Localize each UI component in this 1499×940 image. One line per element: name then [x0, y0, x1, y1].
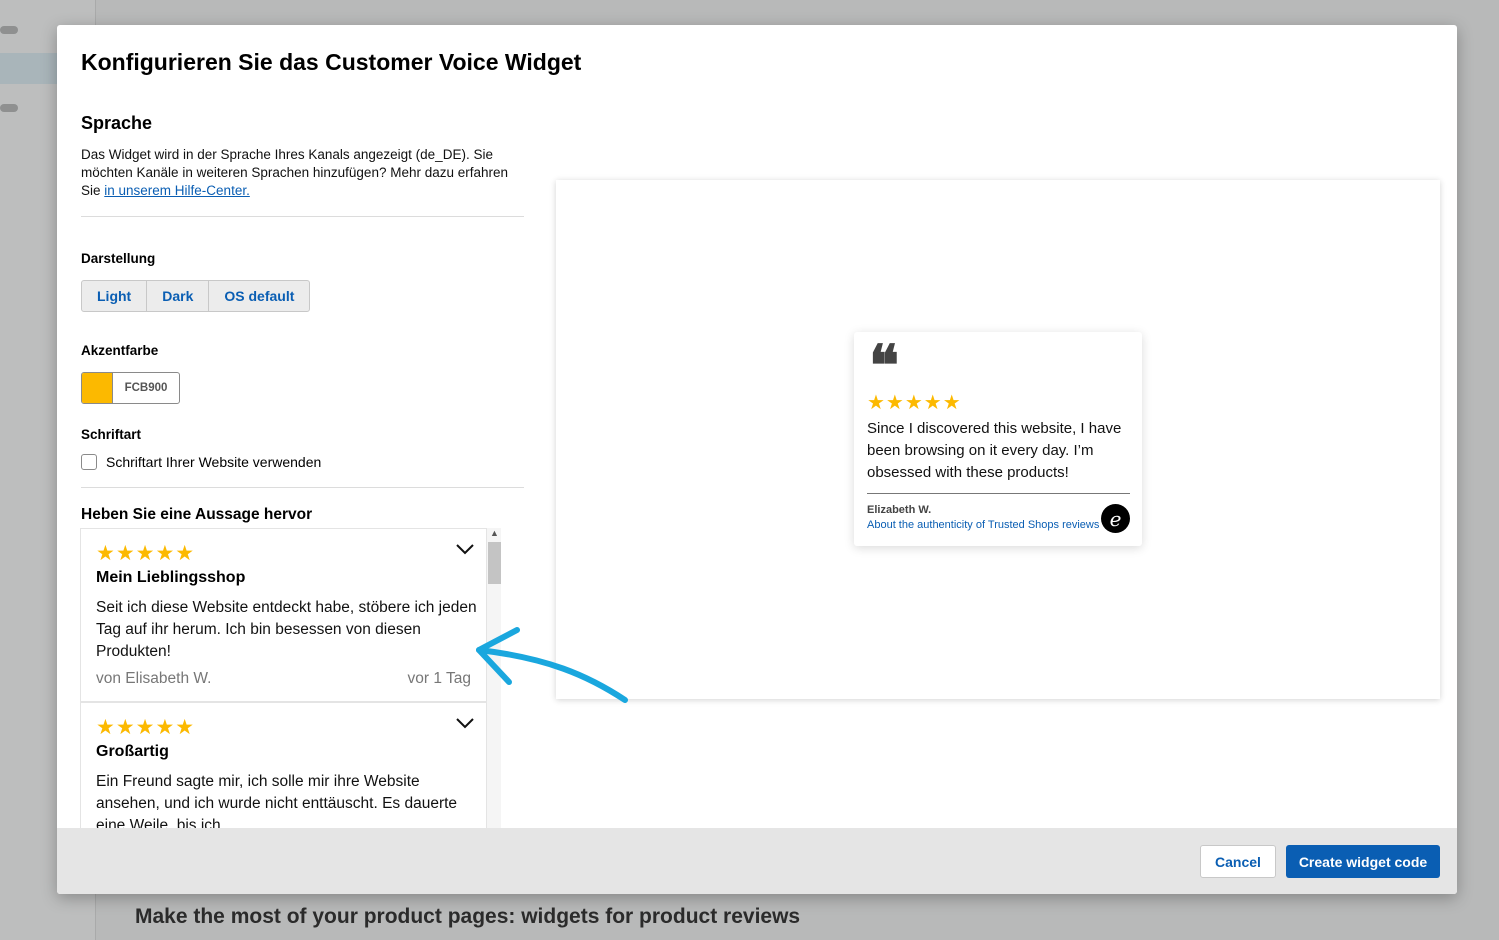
appearance-label: Darstellung [81, 251, 156, 266]
review-body: Seit ich diese Website entdeckt habe, st… [96, 599, 477, 660]
review-stars: ★★★★★ [96, 716, 196, 739]
review-title: Mein Lieblingsshop [96, 569, 246, 586]
create-widget-code-button[interactable]: Create widget code [1286, 845, 1440, 878]
preview-author: Elizabeth W. [867, 504, 932, 516]
accent-color-label: Akzentfarbe [81, 343, 159, 358]
divider [81, 487, 524, 488]
use-website-font-option[interactable]: Schriftart Ihrer Website verwenden [81, 454, 524, 470]
font-label: Schriftart [81, 427, 142, 442]
quote-icon: ❝ [869, 333, 900, 399]
background-nav-item [0, 26, 18, 34]
background-page-heading: Make the most of your product pages: wid… [135, 905, 801, 928]
background-nav-item [0, 104, 18, 112]
appearance-os-default-button[interactable]: OS default [208, 280, 311, 312]
appearance-dark-button[interactable]: Dark [146, 280, 210, 312]
annotation-arrow-icon [476, 627, 628, 703]
language-description: Das Widget wird in der Sprache Ihres Kan… [81, 146, 524, 200]
divider [81, 216, 524, 217]
scrollbar-thumb[interactable] [488, 542, 501, 584]
preview-review-text: Since I discovered this website, I have … [867, 420, 1122, 481]
scroll-up-icon[interactable]: ▲ [490, 528, 499, 538]
preview-stars: ★★★★★ [867, 392, 962, 414]
highlight-heading: Heben Sie eine Aussage hervor [81, 506, 313, 523]
preview-divider [867, 493, 1130, 494]
authenticity-link[interactable]: About the authenticity of Trusted Shops … [867, 519, 1099, 531]
accent-color-picker[interactable]: FCB900 [81, 372, 180, 404]
review-item[interactable]: ★★★★★ Großartig Ein Freund sagte mir, ic… [80, 702, 487, 828]
accent-color-swatch[interactable] [82, 373, 113, 403]
review-stars: ★★★★★ [96, 542, 196, 565]
widget-preview: ❝ ★★★★★ Since I discovered this website,… [556, 180, 1440, 699]
language-heading: Sprache [81, 113, 153, 133]
preview-review-card: ❝ ★★★★★ Since I discovered this website,… [854, 332, 1142, 546]
appearance-segmented-control: Light Dark OS default [81, 280, 524, 312]
use-website-font-checkbox[interactable] [81, 454, 97, 470]
cancel-button[interactable]: Cancel [1200, 845, 1276, 878]
review-list[interactable]: ★★★★★ Mein Lieblingsshop Seit ich diese … [80, 528, 501, 828]
trusted-shops-logo-icon: e [1101, 504, 1130, 533]
review-title: Großartig [96, 743, 169, 760]
accent-color-hex[interactable]: FCB900 [113, 373, 179, 403]
review-author: von Elisabeth W. [96, 670, 212, 687]
appearance-light-button[interactable]: Light [81, 280, 148, 312]
help-center-link[interactable]: in unserem Hilfe-Center. [104, 183, 250, 198]
review-time: vor 1 Tag [407, 670, 471, 687]
chevron-down-icon[interactable] [456, 717, 474, 729]
review-item[interactable]: ★★★★★ Mein Lieblingsshop Seit ich diese … [80, 528, 487, 702]
settings-panel: Sprache Das Widget wird in der Sprache I… [81, 113, 524, 524]
configure-widget-dialog: Konfigurieren Sie das Customer Voice Wid… [57, 25, 1457, 894]
dialog-title: Konfigurieren Sie das Customer Voice Wid… [81, 49, 582, 75]
review-body: Ein Freund sagte mir, ich solle mir ihre… [96, 773, 458, 828]
use-website-font-label: Schriftart Ihrer Website verwenden [106, 454, 322, 470]
dialog-footer: Cancel Create widget code [57, 828, 1457, 894]
chevron-down-icon[interactable] [456, 543, 474, 555]
